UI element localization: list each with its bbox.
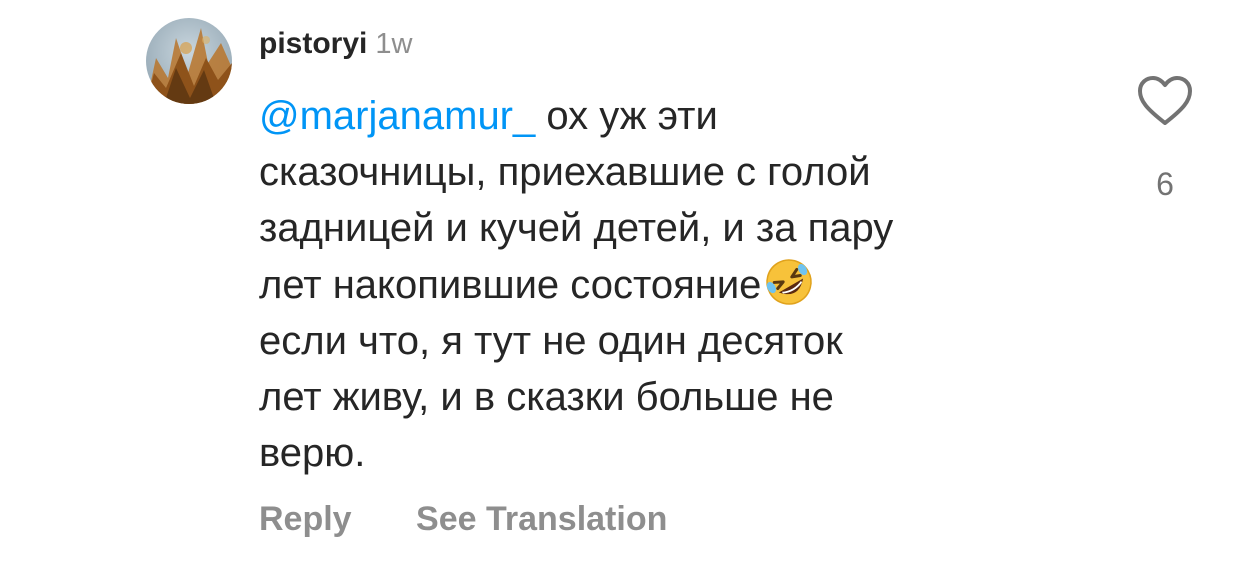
like-button[interactable]	[1137, 75, 1193, 127]
comment-text-line1: ох уж эти	[535, 94, 718, 138]
timestamp[interactable]: 1w	[375, 28, 412, 60]
comment-text: @marjanamur_ ох уж эти сказочницы, приех…	[259, 88, 1089, 481]
avatar-image	[146, 18, 232, 104]
username[interactable]: pistoryi	[259, 27, 367, 60]
heart-icon	[1138, 76, 1192, 125]
mention-link[interactable]: @marjanamur_	[259, 94, 535, 138]
rolling-on-floor-laughing-emoji	[766, 259, 813, 305]
reply-button[interactable]: Reply	[259, 500, 352, 538]
comment-text-body-2: если что, я тут не один десяток лет живу…	[259, 319, 843, 475]
comment-actions: Reply See Translation	[259, 500, 727, 539]
see-translation-button[interactable]: See Translation	[416, 500, 667, 538]
comment-header: pistoryi 1w	[259, 27, 412, 61]
like-count: 6	[1156, 166, 1174, 202]
avatar[interactable]	[146, 18, 232, 104]
